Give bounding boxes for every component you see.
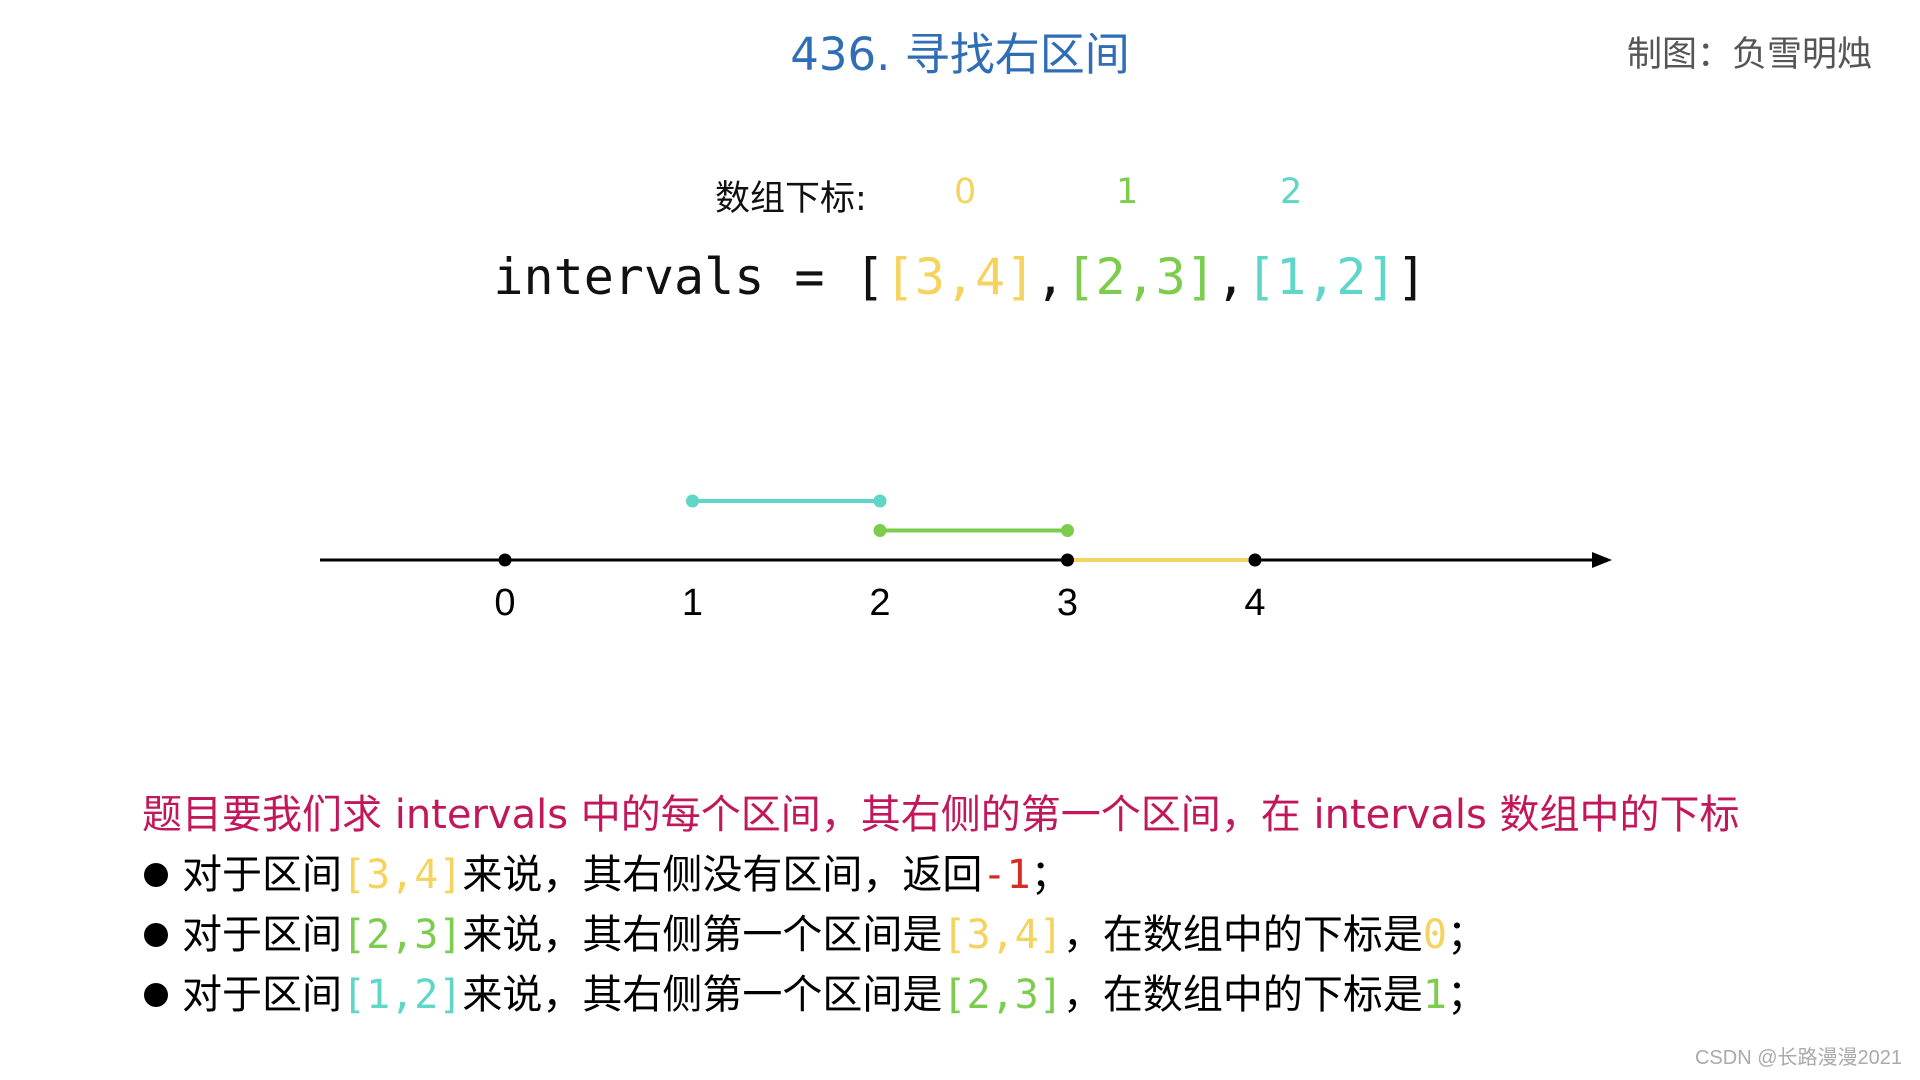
bullet-right-interval: [3,4] <box>942 912 1063 958</box>
bullet-item: 对于区间 [1,2] 来说，其右侧第一个区间是 [2,3] ，在数组中的下标是 … <box>142 965 1740 1025</box>
axis-tick-label: 2 <box>869 582 890 624</box>
axis-arrow-icon <box>1592 552 1612 568</box>
bullet-text: ，在数组中的下标是 <box>1062 972 1423 1018</box>
bullet-answer: 1 <box>1422 972 1447 1018</box>
bullet-answer: 0 <box>1422 912 1447 958</box>
bullet-item: 对于区间 [2,3] 来说，其右侧第一个区间是 [3,4] ，在数组中的下标是 … <box>142 905 1740 965</box>
bullet-answer: -1 <box>982 852 1031 898</box>
bullet-item: 对于区间 [3,4] 来说，其右侧没有区间，返回 -1 ； <box>142 845 1740 905</box>
bullet-text: 对于区间 <box>182 852 342 898</box>
interval-endpoint <box>1061 524 1074 537</box>
bullet-interval: [3,4] <box>342 852 463 898</box>
axis-tick-label: 1 <box>682 582 703 624</box>
bullet-text: ，在数组中的下标是 <box>1062 912 1423 958</box>
bullet-dot-icon <box>144 983 168 1007</box>
interval-endpoint <box>686 494 699 508</box>
interval-endpoint <box>873 524 887 537</box>
watermark: CSDN @长路漫漫2021 <box>1694 1047 1902 1069</box>
description-block: 题目要我们求 intervals 中的每个区间，其右侧的第一个区间，在 inte… <box>142 785 1740 1025</box>
bullet-end: ； <box>1446 972 1487 1018</box>
axis-tick-dot <box>498 553 512 567</box>
bullet-end: ； <box>1446 912 1487 958</box>
bullet-end: ； <box>1030 852 1071 898</box>
axis-tick-dot <box>1061 553 1074 567</box>
bullet-text: 来说，其右侧没有区间，返回 <box>462 852 983 898</box>
bullet-right-interval: [2,3] <box>942 972 1063 1018</box>
bullet-text: 对于区间 <box>182 912 342 958</box>
number-line-diagram: 0 1 2 3 4 <box>320 494 1612 624</box>
axis-tick-label: 4 <box>1244 582 1265 624</box>
bullet-interval: [2,3] <box>342 912 463 958</box>
bullet-text: 来说，其右侧第一个区间是 <box>462 912 943 958</box>
bullet-text: 对于区间 <box>182 972 342 1018</box>
bullet-text: 来说，其右侧第一个区间是 <box>462 972 943 1018</box>
description-heading: 题目要我们求 intervals 中的每个区间，其右侧的第一个区间，在 inte… <box>142 792 1740 838</box>
axis-tick-label: 3 <box>1057 582 1078 624</box>
bullet-dot-icon <box>144 863 168 887</box>
axis-tick-label: 0 <box>494 582 515 624</box>
interval-endpoint <box>873 494 887 508</box>
bullet-interval: [1,2] <box>342 972 463 1018</box>
bullet-dot-icon <box>144 923 168 947</box>
axis-tick-dot <box>1248 553 1262 567</box>
